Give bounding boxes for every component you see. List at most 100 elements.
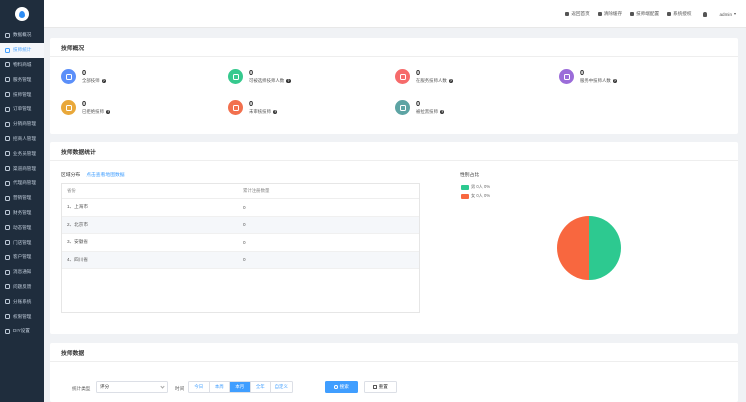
menu-icon bbox=[5, 180, 10, 186]
cell-count: 0 bbox=[243, 204, 246, 210]
col-province: 省份 bbox=[67, 188, 76, 193]
sidebar-item[interactable]: 数据概况 bbox=[0, 28, 44, 43]
stat-item: 0 全部技师? bbox=[61, 69, 107, 84]
sidebar-item[interactable]: 门店管理 bbox=[0, 235, 44, 250]
region-title: 区域分布 bbox=[61, 173, 81, 178]
table-row: 2、北京市 0 bbox=[62, 216, 419, 234]
menu-icon bbox=[5, 254, 10, 260]
time-option-button[interactable]: 自定义 bbox=[271, 382, 292, 392]
sidebar-item[interactable]: 代理商管理 bbox=[0, 176, 44, 191]
cell-count: 0 bbox=[243, 257, 246, 263]
map-data-link[interactable]: 点击查看地图数据 bbox=[86, 171, 124, 178]
tech-config-link[interactable]: 技师端配置 bbox=[630, 11, 659, 17]
sidebar-item[interactable]: 客户管理 bbox=[0, 250, 44, 265]
reset-button[interactable]: 重置 bbox=[364, 381, 397, 393]
sidebar-item[interactable]: 动态管理 bbox=[0, 220, 44, 235]
stat-item: 0 可被选择技师人数? bbox=[228, 69, 291, 84]
legend-male[interactable]: 男 0人 0% bbox=[461, 184, 490, 190]
cell-province: 1、上海市 bbox=[67, 204, 88, 210]
time-option-button[interactable]: 本月 bbox=[230, 382, 251, 392]
sidebar-item[interactable]: 技师管理 bbox=[0, 87, 44, 102]
help-icon[interactable]: ? bbox=[612, 78, 618, 84]
sidebar-item[interactable]: 财务管理 bbox=[0, 206, 44, 221]
stat-label: 在服务技师人数 bbox=[416, 78, 447, 83]
region-table: 省份 累计注册数量 1、上海市 0 2、北京市 0 3、安徽省 0 4、四川省 0 bbox=[61, 183, 420, 313]
table-row: 1、上海市 0 bbox=[62, 199, 419, 217]
sidebar-item[interactable]: 业务员管理 bbox=[0, 146, 44, 161]
menu-icon bbox=[5, 151, 10, 157]
lock-icon bbox=[630, 12, 635, 16]
clear-cache-link[interactable]: 清除缓存 bbox=[597, 11, 622, 17]
sidebar-item[interactable]: 权限管理 bbox=[0, 309, 44, 324]
help-icon[interactable]: ? bbox=[286, 78, 291, 84]
sidebar-item[interactable]: 订单管理 bbox=[0, 102, 44, 117]
cell-count: 0 bbox=[243, 222, 246, 228]
stat-icon bbox=[228, 69, 243, 84]
stat-label: 可被选择技师人数 bbox=[249, 78, 285, 83]
stat-icon bbox=[61, 69, 76, 84]
sidebar-item[interactable]: 物料商城 bbox=[0, 58, 44, 73]
user-menu[interactable]: admin bbox=[719, 12, 736, 17]
sidebar-item[interactable]: 招商人管理 bbox=[0, 132, 44, 147]
gender-pie-chart bbox=[557, 216, 621, 280]
stat-value: 0 bbox=[580, 68, 585, 77]
caret-down-icon bbox=[734, 13, 736, 15]
sidebar-item[interactable]: 分账系统 bbox=[0, 294, 44, 309]
logo-icon bbox=[15, 7, 29, 21]
menu-icon bbox=[5, 106, 10, 112]
stat-label: 已拒绝技师 bbox=[82, 109, 104, 114]
search-icon bbox=[334, 385, 338, 389]
stat-value: 0 bbox=[416, 99, 421, 108]
stat-type-select[interactable]: 评分 bbox=[96, 381, 168, 393]
time-option-button[interactable]: 今日 bbox=[189, 382, 210, 392]
stat-value: 0 bbox=[82, 99, 87, 108]
stat-type-label: 统计类型 bbox=[72, 386, 91, 391]
help-icon[interactable]: ? bbox=[439, 109, 445, 115]
stat-label: 被拉黑技师 bbox=[416, 109, 438, 114]
table-header: 省份 累计注册数量 bbox=[62, 184, 419, 199]
menu-icon bbox=[5, 77, 10, 83]
time-option-button[interactable]: 全年 bbox=[251, 382, 271, 392]
stats-title: 技师数据统计 bbox=[50, 142, 738, 161]
sidebar-item[interactable]: DIY设置 bbox=[0, 324, 44, 339]
help-icon[interactable]: ? bbox=[272, 109, 278, 115]
menu-icon bbox=[5, 121, 10, 127]
sidebar-item[interactable]: 问题反馈 bbox=[0, 280, 44, 295]
cell-province: 2、北京市 bbox=[67, 221, 88, 227]
chevron-down-icon bbox=[160, 383, 165, 389]
home-link[interactable]: 返回首页 bbox=[565, 11, 590, 17]
help-icon[interactable]: ? bbox=[101, 78, 107, 84]
legend-female[interactable]: 女 0人 0% bbox=[461, 193, 490, 199]
help-icon[interactable]: ? bbox=[448, 78, 454, 84]
sidebar-item[interactable]: 消息通知 bbox=[0, 265, 44, 280]
sidebar-item[interactable]: 营销管理 bbox=[0, 191, 44, 206]
stats-card: 技师数据统计 区域分布 点击查看地图数据 省份 累计注册数量 1、上海市 0 2、北… bbox=[50, 142, 738, 334]
time-option-button[interactable]: 本周 bbox=[210, 382, 230, 392]
menu-icon bbox=[5, 195, 10, 201]
sidebar-item[interactable]: 分销商管理 bbox=[0, 117, 44, 132]
bell-icon[interactable] bbox=[703, 11, 708, 17]
menu-icon bbox=[5, 284, 10, 290]
menu-icon bbox=[5, 299, 10, 305]
sidebar-item[interactable]: 服务管理 bbox=[0, 72, 44, 87]
stat-value: 0 bbox=[249, 68, 254, 77]
hourglass-icon bbox=[667, 12, 672, 16]
pie-slice-male[interactable] bbox=[589, 216, 621, 280]
sidebar-menu: 数据概况 技师统计 物料商城 服务管理 技师管理 订单管理 分销商管理 招商人管理 业务员管理渠… bbox=[0, 28, 44, 339]
stat-item: 0 未审核技师? bbox=[228, 100, 278, 115]
stat-label: 服务中技师人数 bbox=[580, 78, 611, 83]
sidebar-item[interactable]: 技师统计 bbox=[0, 42, 44, 58]
stat-icon bbox=[395, 69, 410, 84]
legend-swatch bbox=[461, 193, 469, 199]
logo[interactable] bbox=[0, 0, 44, 28]
reset-icon bbox=[373, 385, 377, 389]
sidebar-item[interactable]: 渠道商管理 bbox=[0, 161, 44, 176]
pie-slice-female[interactable] bbox=[557, 216, 589, 280]
search-button[interactable]: 搜索 bbox=[325, 381, 358, 393]
home-icon bbox=[565, 12, 570, 16]
table-row: 3、安徽省 0 bbox=[62, 234, 419, 252]
stat-icon bbox=[395, 100, 410, 115]
system-auth-link[interactable]: 系统授权 bbox=[667, 11, 691, 17]
help-icon[interactable]: ? bbox=[105, 109, 111, 115]
gender-title: 性别占比 bbox=[460, 173, 480, 178]
